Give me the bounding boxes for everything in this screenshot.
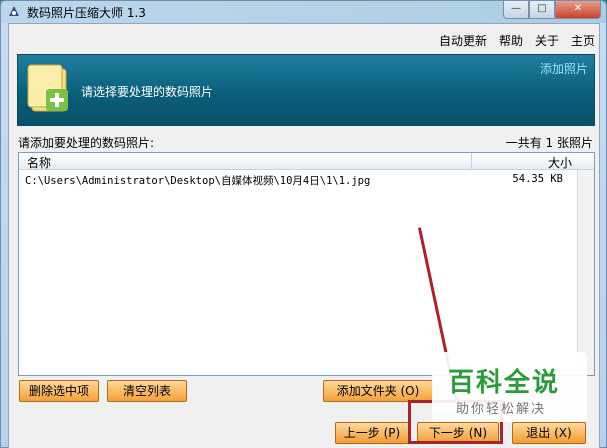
app-icon — [9, 6, 19, 16]
close-icon[interactable]: ✕ — [555, 1, 601, 19]
add-folder-button[interactable]: 添加文件夹 (O) — [323, 380, 433, 402]
title-bar[interactable]: 数码照片压缩大师 1.3 — □ ✕ — [1, 1, 606, 23]
folder-add-icon — [27, 64, 68, 112]
window-title: 数码照片压缩大师 1.3 — [27, 6, 146, 20]
watermark-subtitle: 助你轻松解决 — [456, 402, 547, 417]
photo-count: 一共有 1 张照片 — [505, 136, 593, 150]
watermark: 百科全说 助你轻松解决 — [432, 352, 587, 422]
list-label: 请添加要处理的数码照片: — [18, 136, 155, 150]
add-photo-link[interactable]: 添加照片 — [540, 60, 588, 77]
menu-home[interactable]: 主页 — [571, 32, 595, 49]
menu-about[interactable]: 关于 — [535, 32, 559, 49]
delete-selected-button[interactable]: 删除选中项 — [19, 380, 99, 402]
file-size: 54.35 KB — [512, 173, 563, 185]
minimize-icon[interactable]: — — [503, 1, 529, 19]
exit-button[interactable]: 退出 (X) — [512, 422, 586, 444]
column-divider[interactable] — [471, 153, 472, 170]
column-size-header[interactable]: 大小 — [548, 154, 572, 171]
photo-list[interactable]: 名称 大小 C:\Users\Administrator\Desktop\自媒体… — [18, 152, 595, 376]
prev-step-button[interactable]: 上一步 (P) — [335, 422, 409, 444]
column-name-header[interactable]: 名称 — [27, 154, 51, 171]
banner-instruction: 请选择要处理的数码照片 — [81, 85, 214, 99]
vertical-scrollbar[interactable] — [577, 170, 594, 375]
clear-list-button[interactable]: 清空列表 — [107, 380, 187, 402]
menu-auto-update[interactable]: 自动更新 — [439, 32, 487, 49]
watermark-title: 百科全说 — [448, 368, 561, 398]
file-path: C:\Users\Administrator\Desktop\自媒体视频\10月… — [25, 175, 371, 187]
maximize-icon[interactable]: □ — [529, 1, 555, 19]
list-header: 名称 大小 — [19, 153, 594, 170]
menu-help[interactable]: 帮助 — [499, 32, 523, 49]
top-menu: 自动更新 帮助 关于 主页 — [439, 32, 595, 49]
instruction-banner: 请选择要处理的数码照片 添加照片 — [17, 54, 595, 126]
list-item[interactable]: C:\Users\Administrator\Desktop\自媒体视频\10月… — [19, 172, 577, 188]
